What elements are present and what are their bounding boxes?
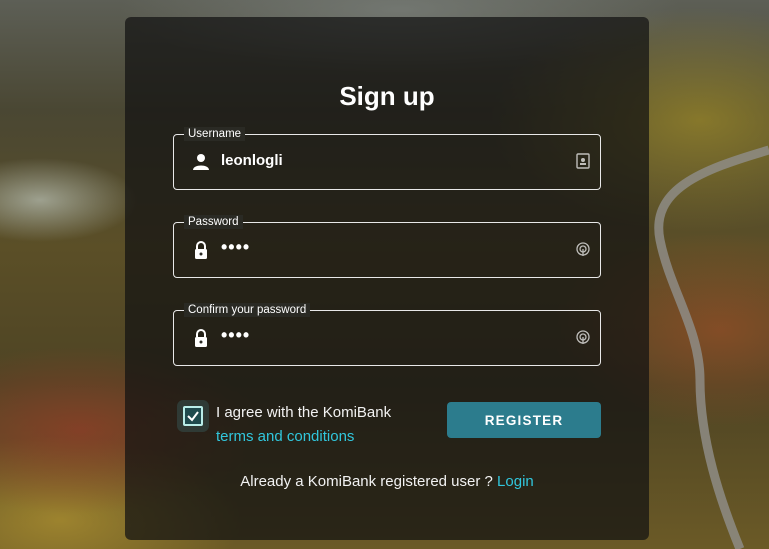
- password-field[interactable]: Password ••••: [173, 215, 601, 278]
- login-link[interactable]: Login: [497, 473, 534, 490]
- contact-card-icon[interactable]: [574, 152, 592, 170]
- page-title: Sign up: [339, 81, 435, 111]
- username-field[interactable]: Username leonlogli: [173, 127, 601, 190]
- lock-icon: [195, 241, 207, 259]
- agreement-text: I agree with the KomiBank terms and cond…: [216, 401, 391, 449]
- agreement-label: I agree with the KomiBank: [216, 404, 392, 421]
- confirm-password-field[interactable]: Confirm your password ••••: [173, 303, 601, 366]
- already-registered-text: Already a KomiBank registered user ?: [240, 473, 493, 490]
- signup-card: Sign up Username leonlogli Password ••••: [125, 17, 649, 540]
- lock-icon: [195, 329, 207, 347]
- password-label: Password: [184, 215, 243, 229]
- password-value: ••••: [221, 237, 251, 257]
- person-icon: [193, 154, 209, 170]
- terms-link[interactable]: terms and conditions: [216, 425, 391, 449]
- username-value: leonlogli: [221, 152, 283, 169]
- register-button[interactable]: REGISTER: [447, 402, 601, 438]
- username-label: Username: [184, 127, 246, 141]
- login-prompt: Already a KomiBank registered user ? Log…: [125, 473, 649, 490]
- terms-checkbox[interactable]: [183, 406, 203, 426]
- confirm-password-label: Confirm your password: [184, 303, 311, 317]
- fingerprint-icon[interactable]: [574, 240, 592, 258]
- checkmark-icon: [187, 411, 199, 422]
- fingerprint-icon[interactable]: [574, 328, 592, 346]
- confirm-password-value: ••••: [221, 325, 251, 345]
